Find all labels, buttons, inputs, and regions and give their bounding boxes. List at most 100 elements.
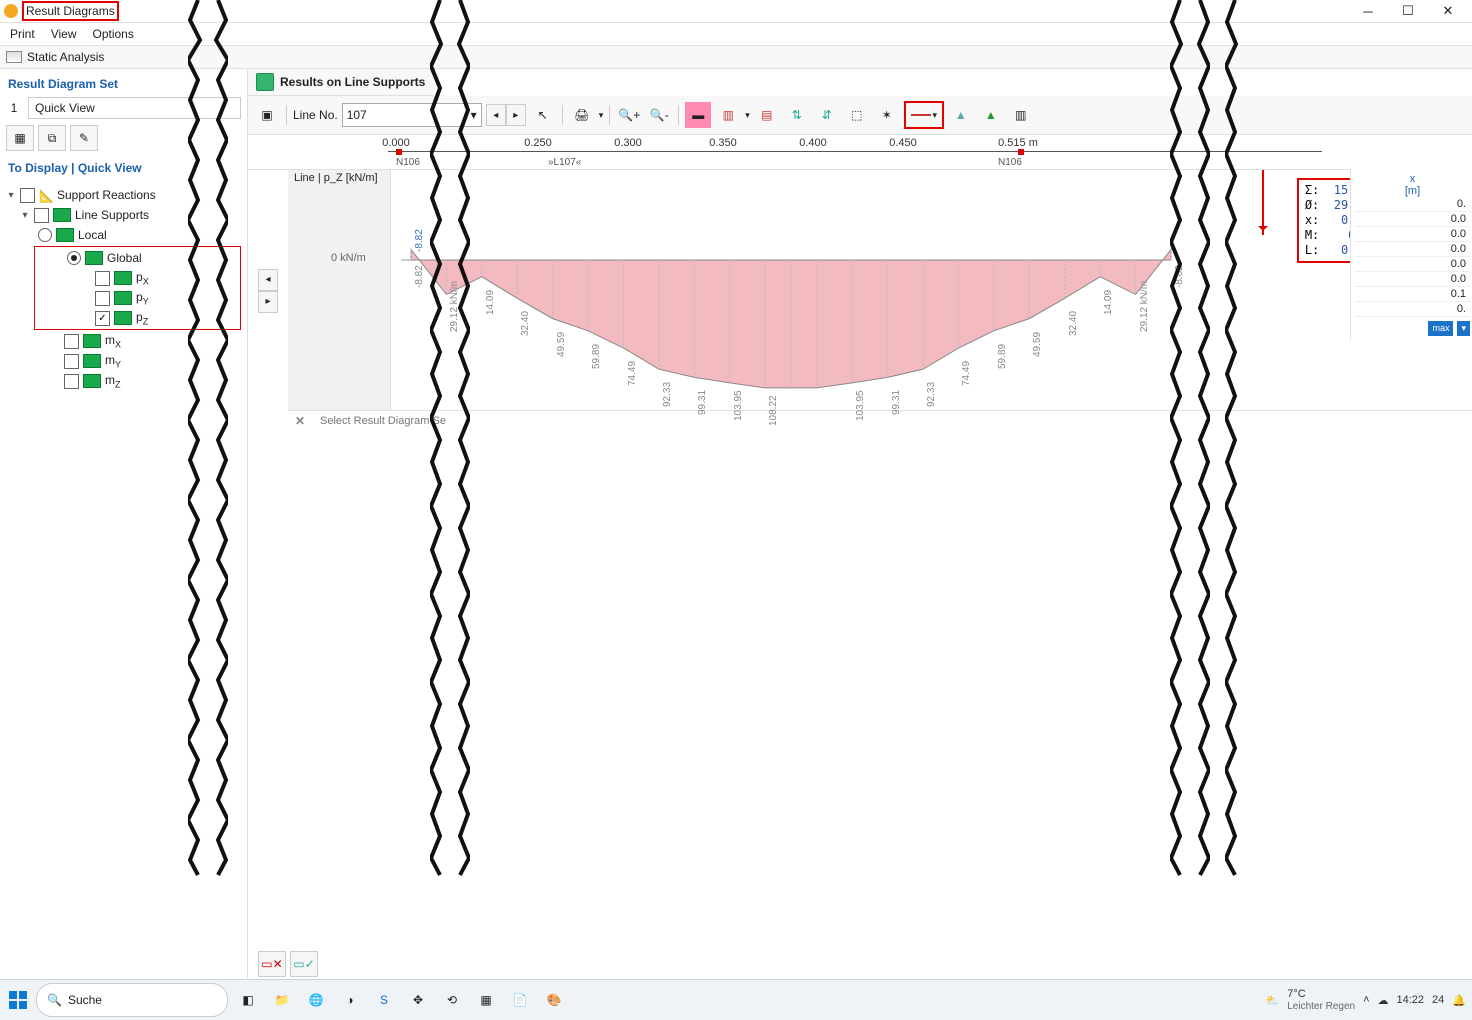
cb-my[interactable]: [64, 354, 79, 369]
edge-button[interactable]: 🌐: [302, 986, 330, 1014]
col-h1: x: [1355, 173, 1470, 185]
cb-mx[interactable]: [64, 334, 79, 349]
tree-mx[interactable]: mX: [105, 333, 121, 349]
diagram-toolbar: ▣ Line No. 107▾ ◂▸ ↖ 🖨▾ 🔍+ 🔍- ▬ ▥▾ ▤ ⇅ ⇵…: [248, 96, 1472, 135]
cb-support-reactions[interactable]: [20, 188, 35, 203]
menu-print[interactable]: Print: [10, 27, 35, 41]
cb-py[interactable]: [95, 291, 110, 306]
set-prev[interactable]: ◂: [258, 269, 278, 291]
print-button[interactable]: 🖨: [569, 102, 595, 128]
radio-local[interactable]: [38, 228, 52, 242]
start-button[interactable]: [6, 988, 30, 1012]
line-no-combo[interactable]: 107▾: [342, 103, 482, 127]
tool-dist-2[interactable]: ⇵: [814, 102, 840, 128]
py-icon: [114, 291, 132, 305]
cb-pz[interactable]: ✓: [95, 311, 110, 326]
value-label: 49.59: [556, 332, 567, 357]
paint-button[interactable]: 🎨: [540, 986, 568, 1014]
menu-options[interactable]: Options: [92, 27, 133, 41]
zoom-in-button[interactable]: 🔍+: [616, 102, 642, 128]
tool-render-1[interactable]: ▲: [948, 102, 974, 128]
apply-button[interactable]: ▭✓: [290, 951, 318, 977]
data-cell[interactable]: 0.0: [1355, 227, 1470, 242]
plot-row-label: Line | p_Z [kN/m]: [294, 172, 378, 184]
tool-generic-1[interactable]: ▣: [254, 102, 280, 128]
value-label: -8.82: [414, 265, 425, 288]
close-plot-button[interactable]: ✕: [288, 411, 312, 431]
new-set-button[interactable]: ▦: [6, 125, 34, 151]
line-support-icon: [53, 208, 71, 222]
data-cell[interactable]: 0.0: [1355, 257, 1470, 272]
tool-dist-4[interactable]: ✶: [874, 102, 900, 128]
constant-smoothing-button[interactable]: ▾: [904, 101, 944, 129]
ruler-t5: 0.515 m: [998, 137, 1038, 149]
copy-set-button[interactable]: ⧉: [38, 125, 66, 151]
tray-onedrive[interactable]: ☁: [1378, 994, 1389, 1007]
window-title: Result Diagrams: [22, 1, 119, 21]
tool-table[interactable]: ▥: [1008, 102, 1034, 128]
teamviewer-button[interactable]: ⟲: [438, 986, 466, 1014]
minimize-button[interactable]: ─: [1348, 0, 1388, 22]
tool-dist-3[interactable]: ⬚: [844, 102, 870, 128]
tool-dist-1[interactable]: ⇅: [784, 102, 810, 128]
tree-support-reactions[interactable]: Support Reactions: [57, 188, 156, 202]
tree-global[interactable]: Global: [107, 251, 142, 265]
data-cell[interactable]: 0.0: [1355, 242, 1470, 257]
move-tool[interactable]: ✥: [404, 986, 432, 1014]
tree-pz[interactable]: pZ: [136, 310, 148, 326]
notifications-icon[interactable]: 🔔: [1452, 994, 1466, 1007]
filter-button[interactable]: ▾: [1457, 321, 1470, 336]
data-cell[interactable]: 0.0: [1355, 212, 1470, 227]
tool-hatch[interactable]: ▥: [715, 102, 741, 128]
data-cell[interactable]: 0.1: [1355, 287, 1470, 302]
weather-icon[interactable]: ⛅: [1266, 994, 1280, 1007]
maximize-button[interactable]: ☐: [1388, 0, 1428, 22]
taskbar-search[interactable]: 🔍Suche: [36, 983, 228, 1017]
plot-area[interactable]: 0 kN/m Σ: 15.000 kN Ø: 29.12 kN/m x: 0.2…: [391, 170, 1472, 411]
cb-px[interactable]: [95, 271, 110, 286]
next-line-button[interactable]: ▸: [506, 104, 526, 126]
edit-set-button[interactable]: ✎: [70, 125, 98, 151]
prev-line-button[interactable]: ◂: [486, 104, 506, 126]
radio-global[interactable]: [67, 251, 81, 265]
zoom-out-button[interactable]: 🔍-: [646, 102, 672, 128]
tray-time: 14:22: [1397, 994, 1425, 1006]
sidebar: Result Diagram Set 1 Quick View ▦ ⧉ ✎ To…: [0, 69, 248, 983]
tool-color-1[interactable]: ▬: [685, 102, 711, 128]
tree-px[interactable]: pX: [136, 270, 149, 286]
tool-render-2[interactable]: ▲: [978, 102, 1004, 128]
data-cell[interactable]: 0.: [1355, 302, 1470, 317]
app-2[interactable]: ▦: [472, 986, 500, 1014]
value-label: 92.33: [926, 382, 937, 407]
cb-mz[interactable]: [64, 374, 79, 389]
set-next[interactable]: ▸: [258, 291, 278, 313]
snagit-button[interactable]: S: [370, 986, 398, 1014]
notepad-button[interactable]: 📄: [506, 986, 534, 1014]
mx-icon: [83, 334, 101, 348]
select-hint[interactable]: Select Result Diagram Se: [312, 411, 454, 431]
close-button[interactable]: ✕: [1428, 0, 1468, 22]
data-cell[interactable]: 0.: [1355, 197, 1470, 212]
set-name-field[interactable]: Quick View: [28, 97, 241, 119]
tool-hatch2[interactable]: ▤: [754, 102, 780, 128]
tray-chevron[interactable]: ˄: [1363, 994, 1369, 1006]
value-label: 29.12 kN/m: [449, 281, 460, 332]
explorer-button[interactable]: 📁: [268, 986, 296, 1014]
tree-mz[interactable]: mZ: [105, 373, 121, 389]
my-icon: [83, 354, 101, 368]
pick-line-button[interactable]: ↖: [530, 102, 556, 128]
menu-view[interactable]: View: [51, 27, 77, 41]
tree-line-supports[interactable]: Line Supports: [75, 208, 149, 222]
tree-py[interactable]: pY: [136, 290, 149, 306]
data-cell[interactable]: 0.0: [1355, 272, 1470, 287]
task-view-button[interactable]: ◧: [234, 986, 262, 1014]
diagram-set-header: Result Diagram Set: [8, 77, 241, 91]
sidebar-toolbar: ▦ ⧉ ✎: [6, 125, 241, 151]
tree-my[interactable]: mY: [105, 353, 121, 369]
cb-line-supports[interactable]: [34, 208, 49, 223]
delete-button[interactable]: ▭✕: [258, 951, 286, 977]
node-left: N106: [396, 157, 420, 168]
app-1[interactable]: ◑: [336, 986, 364, 1014]
tree-local[interactable]: Local: [78, 228, 107, 242]
max-button[interactable]: max: [1428, 321, 1453, 336]
